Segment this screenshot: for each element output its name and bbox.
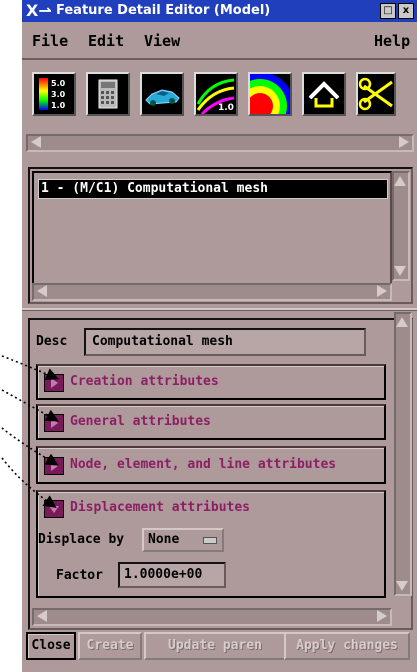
feature-list-panel: 1 - (M/C1) Computational mesh xyxy=(28,167,413,304)
scroll-right-icon[interactable] xyxy=(377,610,387,622)
menu-help[interactable]: Help xyxy=(374,32,410,50)
color-scale-label: 1.0 xyxy=(51,101,66,110)
collapse-arrow-icon[interactable] xyxy=(44,500,64,518)
expand-arrow-icon[interactable] xyxy=(44,374,64,392)
scroll-down-icon[interactable] xyxy=(396,581,408,591)
scroll-up-icon[interactable] xyxy=(394,176,406,186)
factor-label: Factor xyxy=(56,568,103,583)
button-bar: Close Create Update paren Apply changes xyxy=(22,632,417,672)
feature-detail-editor-window: X⇀ Feature Detail Editor (Model) □ x Fil… xyxy=(22,0,417,672)
displace-by-value: None xyxy=(148,532,180,547)
pane-divider[interactable] xyxy=(22,304,417,314)
details-panel: Desc Computational mesh Creation attribu… xyxy=(28,312,413,630)
create-button[interactable]: Create xyxy=(78,632,142,660)
list-item[interactable]: 1 - (M/C1) Computational mesh xyxy=(38,179,388,199)
details-horizontal-scrollbar[interactable] xyxy=(32,608,392,626)
menu-bar: File Edit View Help xyxy=(22,22,417,60)
option-menu-indicator-icon xyxy=(203,537,217,544)
car-model-icon[interactable] xyxy=(140,72,184,116)
scroll-left-icon[interactable] xyxy=(31,136,41,148)
color-scale-label: 3.0 xyxy=(51,90,66,99)
expand-arrow-icon[interactable] xyxy=(44,414,64,432)
line-contour-icon[interactable]: 1.0 xyxy=(194,72,238,116)
close-button[interactable]: Close xyxy=(26,632,76,660)
color-scale-icon[interactable]: 5.0 3.0 1.0 xyxy=(32,72,76,116)
creation-attributes-group: Creation attributes xyxy=(36,364,386,400)
desc-label: Desc xyxy=(36,334,68,349)
pane-divider-line xyxy=(22,308,417,311)
menu-view[interactable]: View xyxy=(144,32,180,50)
group-label[interactable]: Node, element, and line attributes xyxy=(70,457,336,472)
expand-arrow-icon[interactable] xyxy=(44,457,64,475)
displace-by-label: Displace by xyxy=(38,532,125,547)
scroll-right-icon[interactable] xyxy=(377,285,387,297)
scissors-icon[interactable] xyxy=(356,72,396,116)
group-label[interactable]: General attributes xyxy=(70,414,211,429)
title-bar[interactable]: X⇀ Feature Detail Editor (Model) □ x xyxy=(22,0,417,22)
calculator-icon[interactable] xyxy=(86,72,130,116)
menu-edit[interactable]: Edit xyxy=(88,32,124,50)
window-menu-icon[interactable]: X⇀ xyxy=(26,1,52,20)
window-title: Feature Detail Editor (Model) xyxy=(56,3,271,18)
node-element-line-attributes-group: Node, element, and line attributes xyxy=(36,446,386,484)
color-scale-label: 5.0 xyxy=(51,79,66,88)
factor-input[interactable]: 1.0000e+00 xyxy=(118,562,226,588)
desc-input[interactable]: Computational mesh xyxy=(84,328,366,356)
scroll-right-icon[interactable] xyxy=(399,136,409,148)
toolbar-horizontal-scrollbar[interactable] xyxy=(26,134,414,152)
close-window-button[interactable]: x xyxy=(398,3,414,19)
list-vertical-scrollbar[interactable] xyxy=(392,171,410,281)
group-label[interactable]: Displacement attributes xyxy=(70,500,250,515)
scroll-left-icon[interactable] xyxy=(37,610,47,622)
general-attributes-group: General attributes xyxy=(36,404,386,440)
rainbow-contour-icon[interactable] xyxy=(248,72,292,116)
house-outline-icon[interactable] xyxy=(302,72,346,116)
displacement-attributes-group: Displacement attributes Displace by None… xyxy=(36,490,386,598)
menu-file[interactable]: File xyxy=(32,32,68,50)
details-vertical-scrollbar[interactable] xyxy=(394,312,412,596)
displace-by-option-menu[interactable]: None xyxy=(142,528,224,552)
group-label[interactable]: Creation attributes xyxy=(70,374,219,389)
list-horizontal-scrollbar[interactable] xyxy=(32,283,392,301)
contour-value-label: 1.0 xyxy=(218,103,234,113)
feature-list[interactable]: 1 - (M/C1) Computational mesh xyxy=(32,171,392,285)
minimize-button[interactable]: □ xyxy=(380,3,396,19)
apply-changes-button[interactable]: Apply changes xyxy=(284,632,410,660)
toolbar: 5.0 3.0 1.0 1.0 xyxy=(22,60,417,152)
scroll-left-icon[interactable] xyxy=(37,285,47,297)
scroll-down-icon[interactable] xyxy=(394,266,406,276)
update-parent-button[interactable]: Update paren xyxy=(144,632,286,660)
scroll-up-icon[interactable] xyxy=(396,317,408,327)
